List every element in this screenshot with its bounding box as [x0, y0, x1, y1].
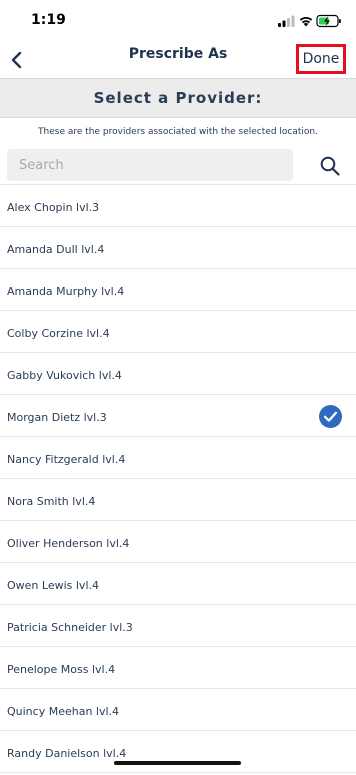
- provider-list-item[interactable]: Randy Danielson lvl.4: [0, 731, 356, 773]
- provider-list-item[interactable]: Amanda Dull lvl.4: [0, 227, 356, 269]
- provider-list-item[interactable]: Nora Smith lvl.4: [0, 479, 356, 521]
- provider-list-item[interactable]: Patricia Schneider lvl.3: [0, 605, 356, 647]
- provider-name: Amanda Dull lvl.4: [7, 243, 105, 256]
- search-input[interactable]: [7, 149, 293, 181]
- provider-list-item[interactable]: Alex Chopin lvl.3: [0, 185, 356, 227]
- provider-name: Morgan Dietz lvl.3: [7, 411, 107, 424]
- provider-name: Nancy Fitzgerald lvl.4: [7, 453, 126, 466]
- provider-name: Nora Smith lvl.4: [7, 495, 96, 508]
- provider-list-item[interactable]: Owen Lewis lvl.4: [0, 563, 356, 605]
- provider-list-item[interactable]: Oliver Henderson lvl.4: [0, 521, 356, 563]
- provider-list-item[interactable]: Penelope Moss lvl.4: [0, 647, 356, 689]
- provider-name: Alex Chopin lvl.3: [7, 201, 100, 214]
- provider-name: Gabby Vukovich lvl.4: [7, 369, 122, 382]
- provider-name: Penelope Moss lvl.4: [7, 663, 116, 676]
- provider-list-item[interactable]: Amanda Murphy lvl.4: [0, 269, 356, 311]
- provider-name: Oliver Henderson lvl.4: [7, 537, 130, 550]
- status-time: 1:19: [31, 12, 66, 28]
- status-bar: 1:19: [0, 0, 356, 40]
- provider-list-item[interactable]: Morgan Dietz lvl.3: [0, 395, 356, 437]
- cellular-signal-icon: [278, 15, 295, 27]
- status-icons: [278, 14, 341, 28]
- section-header: Select a Provider:: [0, 79, 356, 118]
- provider-list-item[interactable]: Gabby Vukovich lvl.4: [0, 353, 356, 395]
- provider-name: Patricia Schneider lvl.3: [7, 621, 133, 634]
- battery-charging-icon: [316, 14, 341, 28]
- home-indicator[interactable]: [114, 761, 241, 765]
- provider-list-item[interactable]: Colby Corzine lvl.4: [0, 311, 356, 353]
- wifi-icon: [299, 16, 313, 27]
- provider-name: Amanda Murphy lvl.4: [7, 285, 125, 298]
- search-icon[interactable]: [319, 155, 341, 177]
- provider-list: Alex Chopin lvl.3 Amanda Dull lvl.4 Amanda…: [0, 184, 356, 773]
- provider-name: Quincy Meehan lvl.4: [7, 705, 120, 718]
- navigation-bar: Prescribe As Done: [0, 40, 356, 79]
- provider-name: Randy Danielson lvl.4: [7, 747, 127, 760]
- provider-name: Owen Lewis lvl.4: [7, 579, 99, 592]
- provider-name: Colby Corzine lvl.4: [7, 327, 110, 340]
- provider-list-item[interactable]: Quincy Meehan lvl.4: [0, 689, 356, 731]
- selected-checkmark-icon: [319, 405, 342, 428]
- providers-hint-text: These are the providers associated with …: [38, 127, 318, 137]
- provider-list-item[interactable]: Nancy Fitzgerald lvl.4: [0, 437, 356, 479]
- done-button[interactable]: Done: [296, 44, 346, 74]
